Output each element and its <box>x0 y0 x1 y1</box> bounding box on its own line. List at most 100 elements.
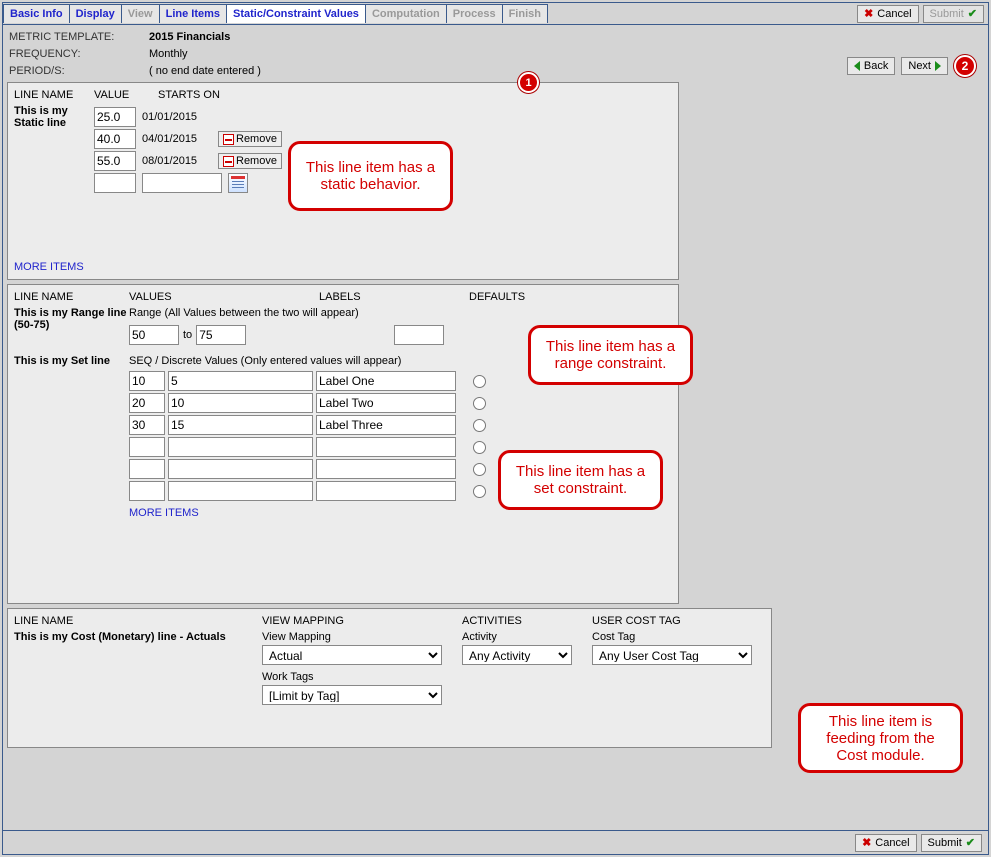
back-button[interactable]: Back <box>847 57 895 75</box>
minus-icon <box>223 134 234 145</box>
step-badge: 2 <box>954 55 976 77</box>
view-mapping-select[interactable]: Actual <box>262 645 442 665</box>
value-input[interactable] <box>94 173 136 193</box>
tab-process: Process <box>446 4 503 23</box>
range-default-input[interactable] <box>394 325 444 345</box>
back-label: Back <box>864 60 888 72</box>
cost-tag-label: Cost Tag <box>592 631 752 643</box>
tab-basic-info[interactable]: Basic Info <box>3 4 70 23</box>
set-label-input[interactable] <box>316 437 456 457</box>
footer: ✖ Cancel Submit ✔ <box>3 830 988 854</box>
remove-button[interactable]: Remove <box>218 131 282 147</box>
set-default-radio[interactable] <box>473 463 486 476</box>
set-line-name: This is my Set line <box>14 355 129 367</box>
col2-defaults: DEFAULTS <box>469 291 525 303</box>
work-tags-select[interactable]: [Limit by Tag] <box>262 685 442 705</box>
x-icon: ✖ <box>862 836 871 849</box>
cost-line-name: This is my Cost (Monetary) line - Actual… <box>14 631 262 705</box>
set-rows <box>129 371 486 501</box>
set-value-a[interactable] <box>129 481 165 501</box>
date-input[interactable] <box>142 173 222 193</box>
range-from-input[interactable] <box>129 325 179 345</box>
set-default-radio[interactable] <box>473 375 486 388</box>
set-label-input[interactable] <box>316 459 456 479</box>
tab-view: View <box>121 4 160 23</box>
set-value-a[interactable] <box>129 415 165 435</box>
tab-strip: Basic InfoDisplayViewLine ItemsStatic/Co… <box>3 4 547 23</box>
set-value-a[interactable] <box>129 393 165 413</box>
cancel-label-bottom: Cancel <box>875 837 909 849</box>
col2-values: VALUES <box>129 291 319 303</box>
callout-cost: This line item is feeding from the Cost … <box>798 703 963 773</box>
set-default-radio[interactable] <box>473 397 486 410</box>
x-icon: ✖ <box>864 7 873 20</box>
set-value-b[interactable] <box>168 415 313 435</box>
tab-finish: Finish <box>502 4 548 23</box>
remove-button[interactable]: Remove <box>218 153 282 169</box>
set-desc: SEQ / Discrete Values (Only entered valu… <box>129 355 486 367</box>
set-label-input[interactable] <box>316 371 456 391</box>
static-row <box>94 173 282 193</box>
periods-label: PERIOD/S: <box>9 65 149 77</box>
remove-label: Remove <box>236 155 277 167</box>
set-value-b[interactable] <box>168 481 313 501</box>
date-text: 01/01/2015 <box>142 111 212 123</box>
date-text: 04/01/2015 <box>142 133 212 145</box>
static-panel: 1 LINE NAME VALUE STARTS ON This is my S… <box>7 82 679 280</box>
header: METRIC TEMPLATE: 2015 Financials FREQUEN… <box>3 25 988 77</box>
set-label-input[interactable] <box>316 415 456 435</box>
next-label: Next <box>908 60 931 72</box>
value-input[interactable] <box>94 151 136 171</box>
set-row <box>129 437 486 457</box>
range-to-input[interactable] <box>196 325 246 345</box>
date-text: 08/01/2015 <box>142 155 212 167</box>
col2-labels: LABELS <box>319 291 469 303</box>
set-default-radio[interactable] <box>473 441 486 454</box>
next-button[interactable]: Next <box>901 57 948 75</box>
activity-select[interactable]: Any Activity <box>462 645 572 665</box>
set-value-a[interactable] <box>129 459 165 479</box>
value-input[interactable] <box>94 107 136 127</box>
template-label: METRIC TEMPLATE: <box>9 31 149 43</box>
set-value-b[interactable] <box>168 459 313 479</box>
submit-button-bottom[interactable]: Submit ✔ <box>921 834 982 852</box>
to-label: to <box>183 329 192 341</box>
set-label-input[interactable] <box>316 481 456 501</box>
callout-set: This line item has a set constraint. <box>498 450 663 510</box>
cancel-button-bottom[interactable]: ✖ Cancel <box>855 834 916 852</box>
template-value: 2015 Financials <box>149 31 230 43</box>
minus-icon <box>223 156 234 167</box>
col-starts-on: STARTS ON <box>158 89 220 101</box>
cancel-button-top[interactable]: ✖ Cancel <box>857 5 918 23</box>
set-value-a[interactable] <box>129 371 165 391</box>
tab-computation: Computation <box>365 4 447 23</box>
tab-static-constraint-values[interactable]: Static/Constraint Values <box>226 4 366 23</box>
frequency-label: FREQUENCY: <box>9 48 149 60</box>
set-label-input[interactable] <box>316 393 456 413</box>
set-row <box>129 481 486 501</box>
tab-display[interactable]: Display <box>69 4 122 23</box>
set-default-radio[interactable] <box>473 485 486 498</box>
static-row: 04/01/2015 Remove <box>94 129 282 149</box>
set-default-radio[interactable] <box>473 419 486 432</box>
calendar-icon[interactable] <box>228 173 248 193</box>
set-value-a[interactable] <box>129 437 165 457</box>
tab-line-items[interactable]: Line Items <box>159 4 227 23</box>
set-value-b[interactable] <box>168 437 313 457</box>
nav-buttons: Back Next 2 <box>847 55 976 77</box>
more-items-link-2[interactable]: MORE ITEMS <box>129 507 486 519</box>
set-value-b[interactable] <box>168 371 313 391</box>
arrow-left-icon <box>854 61 860 71</box>
panel1-badge: 1 <box>518 72 539 93</box>
col3-act: ACTIVITIES <box>462 615 592 627</box>
periods-value: ( no end date entered ) <box>149 65 261 77</box>
more-items-link-1[interactable]: MORE ITEMS <box>14 261 84 273</box>
set-value-b[interactable] <box>168 393 313 413</box>
cost-tag-select[interactable]: Any User Cost Tag <box>592 645 752 665</box>
frequency-value: Monthly <box>149 48 188 60</box>
submit-button-top[interactable]: Submit ✔ <box>923 5 984 23</box>
range-desc: Range (All Values between the two will a… <box>129 307 444 319</box>
tab-bar: Basic InfoDisplayViewLine ItemsStatic/Co… <box>3 3 988 25</box>
col3-view: VIEW MAPPING <box>262 615 462 627</box>
value-input[interactable] <box>94 129 136 149</box>
